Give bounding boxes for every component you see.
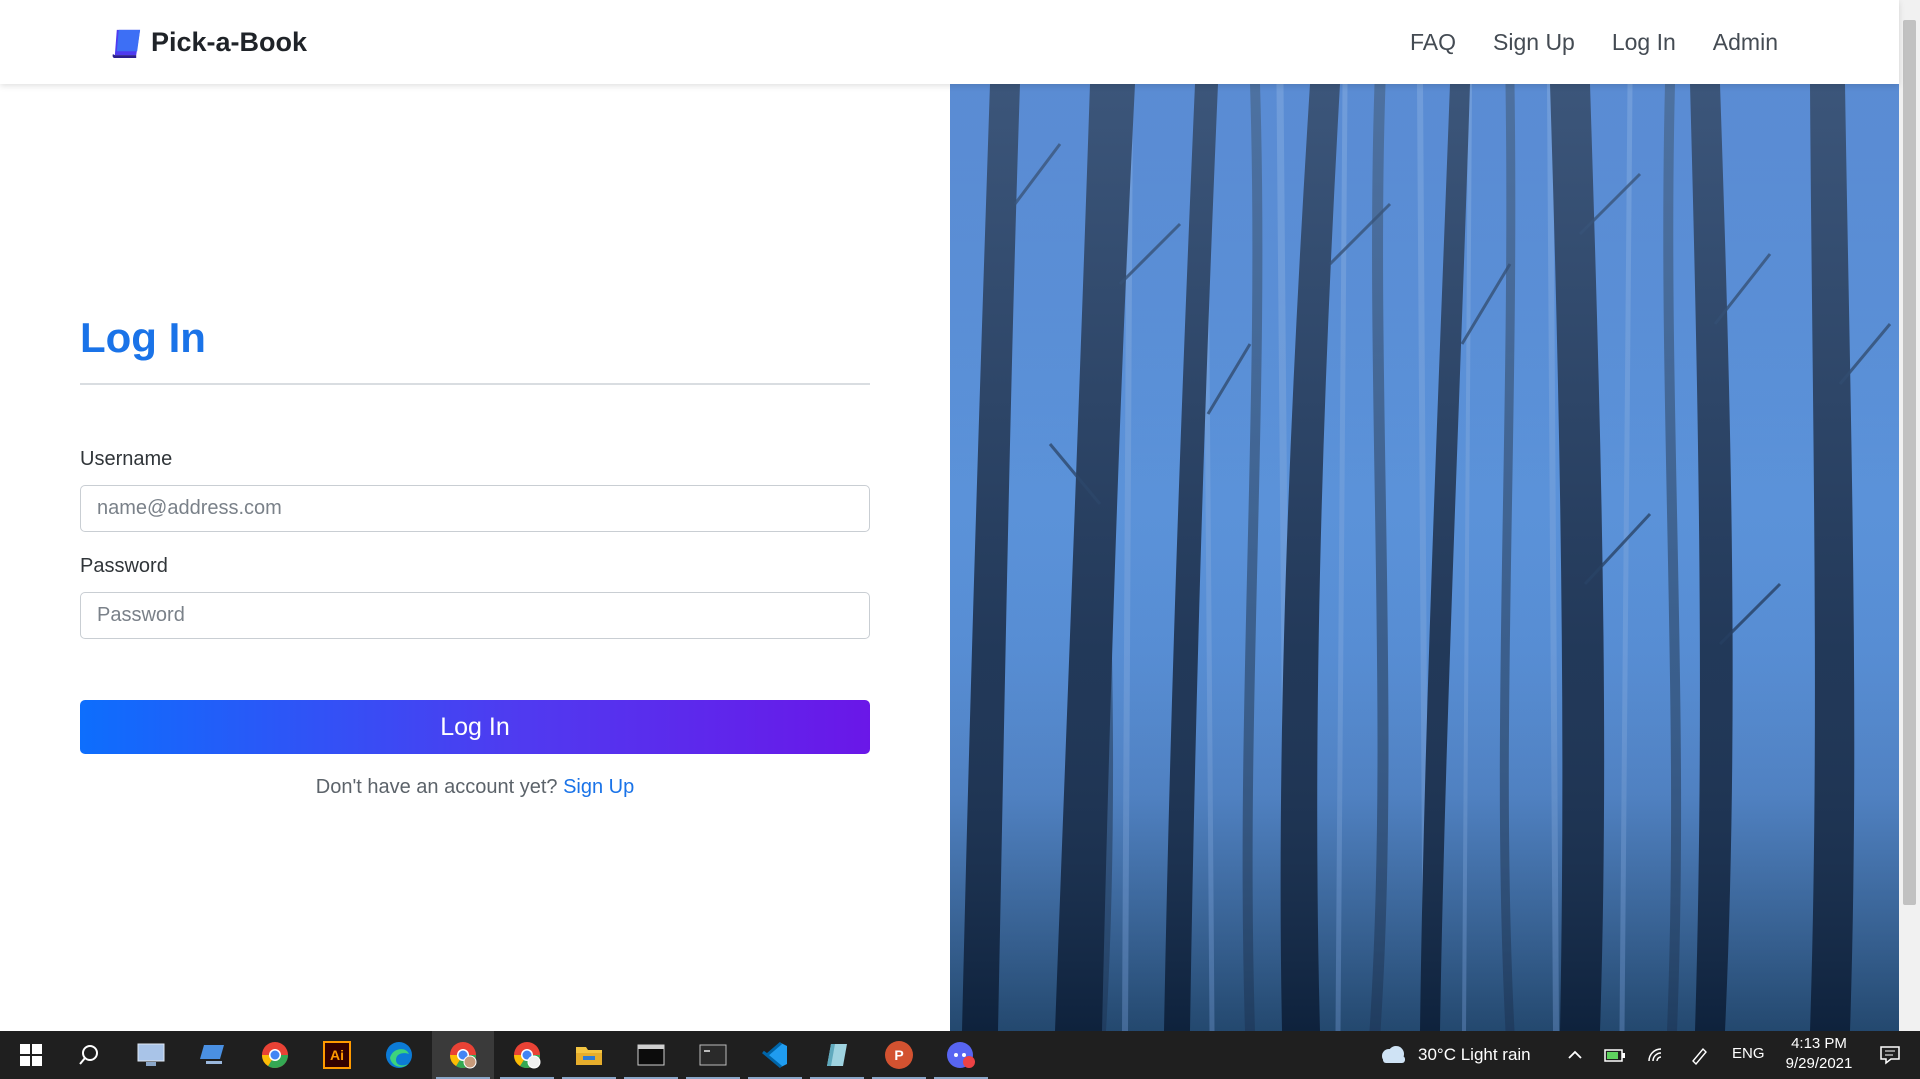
login-button[interactable]: Log In [80,700,870,754]
username-label: Username [80,448,173,470]
language-indicator[interactable]: ENG [1732,1045,1765,1062]
nav-signup-link[interactable]: Sign Up [1456,26,1575,58]
notifications-icon[interactable] [1866,1031,1914,1079]
powerpoint-label: P [885,1041,913,1069]
windows-taskbar: Ai P 30°C Light rain ENG 4:13 PM 9/29/20… [0,1031,1920,1079]
brand-name: Pick-a-Book [151,26,308,57]
battery-icon[interactable] [1600,1031,1630,1079]
login-panel: Log In Username Password Log In Don't ha… [0,84,950,1031]
search-icon[interactable] [58,1031,120,1079]
signup-link[interactable]: Sign Up [563,776,634,798]
nav-faq-link[interactable]: FAQ [1373,26,1456,58]
illustrator-label: Ai [323,1041,351,1069]
monitor-icon[interactable] [182,1031,244,1079]
file-explorer-icon[interactable] [558,1031,620,1079]
chrome-profile-icon[interactable] [432,1031,494,1079]
clock[interactable]: 4:13 PM 9/29/2021 [1776,1034,1862,1074]
title-divider [80,383,870,385]
weather-cloud-icon[interactable] [1376,1031,1410,1079]
windows-start-icon[interactable] [0,1031,62,1079]
terminal-icon[interactable] [620,1031,682,1079]
terminal-icon-2[interactable] [682,1031,744,1079]
powerpoint-icon[interactable]: P [868,1031,930,1079]
nav-login-link[interactable]: Log In [1575,26,1676,58]
brand-link[interactable]: Pick-a-Book [110,24,307,60]
clock-date: 9/29/2021 [1785,1055,1853,1072]
book-logo-icon [112,29,141,58]
illustrator-icon[interactable]: Ai [306,1031,368,1079]
password-input[interactable] [80,592,870,639]
nav-links: FAQ Sign Up Log In Admin [1373,26,1778,58]
chevron-up-icon[interactable] [1560,1031,1590,1079]
chrome-icon[interactable] [244,1031,306,1079]
username-input[interactable] [80,485,870,532]
clock-time: 4:13 PM [1791,1035,1847,1052]
vscode-icon[interactable] [744,1031,806,1079]
weather-text[interactable]: 30°C Light rain [1418,1045,1531,1065]
forest-photo [950,84,1899,1031]
chrome-icon-2[interactable] [496,1031,558,1079]
top-navbar: Pick-a-Book FAQ Sign Up Log In Admin [0,0,1899,84]
page-scrollbar[interactable] [1899,0,1920,1031]
signup-prompt-text: Don't have an account yet? [315,776,558,798]
remote-desktop-icon[interactable] [120,1031,182,1079]
password-label: Password [80,555,168,577]
notes-icon[interactable] [806,1031,868,1079]
pen-icon[interactable] [1684,1031,1714,1079]
scrollbar-thumb[interactable] [1903,20,1916,905]
forest-trees-illustration [950,84,1899,1031]
nav-admin-link[interactable]: Admin [1676,26,1778,58]
discord-icon[interactable] [930,1031,992,1079]
login-title: Log In [80,314,206,361]
edge-icon[interactable] [368,1031,430,1079]
signup-prompt: Don't have an account yet? Sign Up [80,776,870,799]
wifi-icon[interactable] [1642,1031,1672,1079]
